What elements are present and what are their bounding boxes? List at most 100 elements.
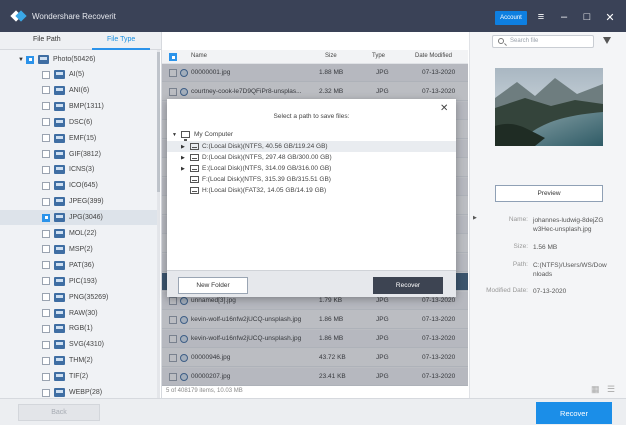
- expand-arrow-icon[interactable]: ▶: [181, 144, 190, 150]
- tree-item[interactable]: ICNS(3): [0, 162, 160, 177]
- tree-item-checkbox[interactable]: [42, 70, 50, 79]
- tree-item-checkbox[interactable]: [42, 245, 50, 254]
- image-folder-icon: [54, 85, 65, 95]
- drive-icon: [190, 176, 199, 183]
- drive-item[interactable]: ▶ C:(Local Disk)(NTFS, 40.56 GB/119.24 GB…: [167, 141, 456, 152]
- expand-arrow-icon[interactable]: ▶: [181, 166, 190, 172]
- tree-item-checkbox[interactable]: [42, 324, 50, 333]
- image-folder-icon: [54, 292, 65, 302]
- tree-item-label: JPG(3046): [69, 214, 103, 222]
- tree-item[interactable]: JPEG(399): [0, 194, 160, 209]
- expand-arrow-icon[interactable]: ▶: [181, 155, 190, 161]
- meta-size-value: 1.56 MB: [533, 244, 558, 251]
- tree-item[interactable]: SVG(4310): [0, 337, 160, 352]
- account-button[interactable]: Account: [495, 11, 527, 25]
- tree-item-checkbox[interactable]: [42, 309, 50, 317]
- image-folder-icon: [54, 181, 65, 191]
- tree-item-checkbox[interactable]: [42, 356, 50, 365]
- image-folder-icon: [54, 356, 65, 366]
- tree-item[interactable]: RGB(1): [0, 321, 160, 336]
- image-folder-icon: [54, 324, 65, 334]
- tab-file-type[interactable]: File Type: [107, 36, 135, 43]
- status-text: 5 of 408179 items, 10.03 MB: [166, 388, 243, 394]
- tree-my-computer[interactable]: ▼ My Computer: [167, 129, 456, 141]
- tree-item-checkbox[interactable]: [42, 197, 50, 206]
- tree-root-photo[interactable]: ▼ Photo(50426): [0, 52, 160, 67]
- tree-item[interactable]: AI(5): [0, 67, 160, 82]
- new-folder-button[interactable]: New Folder: [178, 277, 248, 294]
- tree-item-checkbox[interactable]: [42, 293, 50, 302]
- image-folder-icon: [54, 244, 65, 254]
- col-name[interactable]: Name: [191, 53, 207, 59]
- image-folder-icon: [54, 372, 65, 382]
- tree-item-label: TIF(2): [69, 373, 89, 381]
- tree-item-label: ANI(6): [69, 86, 90, 94]
- tree-item-checkbox[interactable]: [42, 86, 50, 95]
- minimize-icon[interactable]: –: [555, 8, 573, 26]
- tree-item[interactable]: EMF(15): [0, 131, 160, 146]
- select-all-checkbox[interactable]: [169, 53, 177, 61]
- drive-item[interactable]: H:(Local Disk)(FAT32, 14.05 GB/14.19 GB): [167, 185, 456, 196]
- tree-item-checkbox[interactable]: [42, 165, 50, 174]
- tree-item-checkbox[interactable]: [42, 150, 50, 158]
- tree-item-label: ICNS(3): [69, 166, 95, 174]
- tree-item[interactable]: JPG(3046): [0, 210, 160, 226]
- tree-item-checkbox[interactable]: [42, 277, 50, 286]
- tree-item[interactable]: BMP(1311): [0, 99, 160, 114]
- tree-item-checkbox[interactable]: [42, 118, 50, 127]
- tree-item[interactable]: PAT(36): [0, 258, 160, 273]
- tree-item-checkbox[interactable]: [42, 229, 50, 238]
- recover-button[interactable]: Recover: [536, 402, 612, 424]
- tree-item-label: EMF(15): [69, 134, 97, 142]
- drive-item[interactable]: ▶ E:(Local Disk)(NTFS, 314.09 GB/316.00 G…: [167, 163, 456, 174]
- drive-icon: [190, 187, 199, 194]
- tab-file-path[interactable]: File Path: [33, 36, 61, 43]
- dialog-close-icon[interactable]: ✕: [440, 103, 448, 114]
- tree-item-checkbox[interactable]: [42, 213, 50, 222]
- tree-item-checkbox[interactable]: [42, 134, 50, 143]
- col-size[interactable]: Size: [325, 53, 337, 59]
- close-icon[interactable]: ✕: [601, 8, 619, 26]
- tree-item[interactable]: ANI(6): [0, 83, 160, 98]
- list-view-icon[interactable]: ☰: [607, 384, 615, 395]
- collapse-arrow-icon[interactable]: ▼: [18, 57, 26, 63]
- tree-item-checkbox[interactable]: [42, 181, 50, 190]
- filter-icon[interactable]: [603, 37, 611, 44]
- tree-item-checkbox[interactable]: [42, 372, 50, 381]
- dialog-recover-button[interactable]: Recover: [373, 277, 443, 294]
- search-input[interactable]: Search file: [492, 35, 594, 48]
- collapse-panel-icon[interactable]: ▶: [473, 215, 477, 221]
- tree-item-checkbox[interactable]: [42, 261, 50, 270]
- tree-item-label: DSC(6): [69, 118, 93, 126]
- menu-icon[interactable]: ≡: [532, 8, 550, 26]
- image-folder-icon: [54, 260, 65, 270]
- tree-scrollbar-thumb[interactable]: [157, 52, 160, 192]
- expand-arrow-icon[interactable]: ▼: [172, 132, 181, 138]
- drive-item[interactable]: F:(Local Disk)(NTFS, 315.39 GB/315.51 GB…: [167, 174, 456, 185]
- grid-view-icon[interactable]: ▦: [591, 384, 600, 395]
- tree-item[interactable]: ICO(645): [0, 178, 160, 193]
- tree-item[interactable]: PNG(35269): [0, 290, 160, 305]
- tree-item[interactable]: THM(2): [0, 353, 160, 368]
- col-type[interactable]: Type: [372, 53, 385, 59]
- tree-item[interactable]: PIC(193): [0, 274, 160, 289]
- drive-icon: [190, 154, 199, 161]
- back-button[interactable]: Back: [18, 404, 100, 421]
- drive-item[interactable]: ▶ D:(Local Disk)(NTFS, 297.48 GB/300.00 G…: [167, 152, 456, 163]
- tree-item-checkbox[interactable]: [42, 340, 50, 349]
- tree-item[interactable]: MOL(22): [0, 226, 160, 241]
- save-path-dialog: Select a path to save files: ✕ ▼ My Comp…: [167, 99, 456, 297]
- preview-button[interactable]: Preview: [495, 185, 603, 202]
- tree-item[interactable]: RAW(30): [0, 306, 160, 321]
- col-date[interactable]: Date Modified: [415, 53, 452, 59]
- tree-item[interactable]: TIF(2): [0, 369, 160, 384]
- tree-item[interactable]: WEBP(28): [0, 385, 160, 398]
- tree-item-checkbox[interactable]: [42, 388, 50, 397]
- maximize-icon[interactable]: □: [578, 8, 596, 26]
- photo-folder-icon: [38, 55, 49, 64]
- tree-item[interactable]: DSC(6): [0, 115, 160, 130]
- tree-root-checkbox[interactable]: [26, 55, 34, 64]
- tree-item[interactable]: GIF(3812): [0, 147, 160, 162]
- tree-item[interactable]: MSP(2): [0, 242, 160, 257]
- tree-item-checkbox[interactable]: [42, 102, 50, 111]
